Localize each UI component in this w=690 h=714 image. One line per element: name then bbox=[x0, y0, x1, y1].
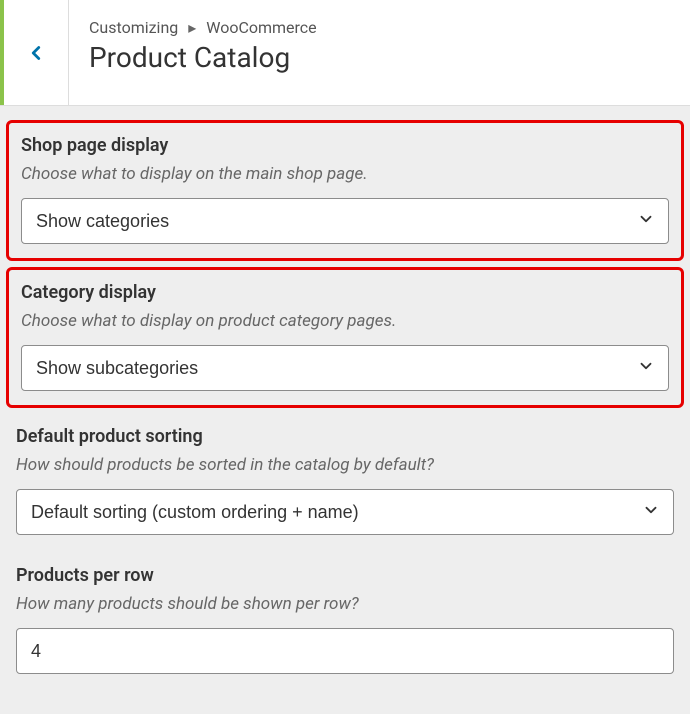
breadcrumb-section: WooCommerce bbox=[206, 18, 316, 37]
breadcrumb: Customizing ▸ WooCommerce bbox=[89, 18, 670, 37]
content: Shop page display Choose what to display… bbox=[0, 106, 690, 698]
shop-page-display-select-wrapper: Show categories bbox=[21, 198, 669, 244]
products-per-row-input[interactable] bbox=[16, 628, 674, 674]
default-sorting-desc: How should products be sorted in the cat… bbox=[16, 455, 674, 475]
category-display-select-wrapper: Show subcategories bbox=[21, 345, 669, 391]
category-display-label: Category display bbox=[21, 282, 669, 303]
default-sorting-select-wrapper: Default sorting (custom ordering + name) bbox=[16, 489, 674, 535]
section-products-per-row: Products per row How many products shoul… bbox=[0, 551, 690, 690]
shop-page-display-select[interactable]: Show categories bbox=[21, 198, 669, 244]
section-default-sorting: Default product sorting How should produ… bbox=[0, 412, 690, 551]
shop-page-display-desc: Choose what to display on the main shop … bbox=[21, 164, 669, 184]
breadcrumb-root: Customizing bbox=[89, 18, 178, 37]
category-display-select[interactable]: Show subcategories bbox=[21, 345, 669, 391]
section-shop-page-display: Shop page display Choose what to display… bbox=[6, 120, 684, 261]
header-text: Customizing ▸ WooCommerce Product Catalo… bbox=[69, 0, 690, 105]
breadcrumb-separator: ▸ bbox=[188, 18, 196, 37]
back-button[interactable] bbox=[4, 0, 69, 105]
page-title: Product Catalog bbox=[89, 41, 670, 74]
default-sorting-select[interactable]: Default sorting (custom ordering + name) bbox=[16, 489, 674, 535]
customizer-header: Customizing ▸ WooCommerce Product Catalo… bbox=[0, 0, 690, 106]
shop-page-display-label: Shop page display bbox=[21, 135, 669, 156]
section-category-display: Category display Choose what to display … bbox=[6, 267, 684, 408]
default-sorting-label: Default product sorting bbox=[16, 426, 674, 447]
category-display-desc: Choose what to display on product catego… bbox=[21, 311, 669, 331]
products-per-row-desc: How many products should be shown per ro… bbox=[16, 594, 674, 614]
products-per-row-label: Products per row bbox=[16, 565, 674, 586]
chevron-left-icon bbox=[25, 42, 47, 64]
